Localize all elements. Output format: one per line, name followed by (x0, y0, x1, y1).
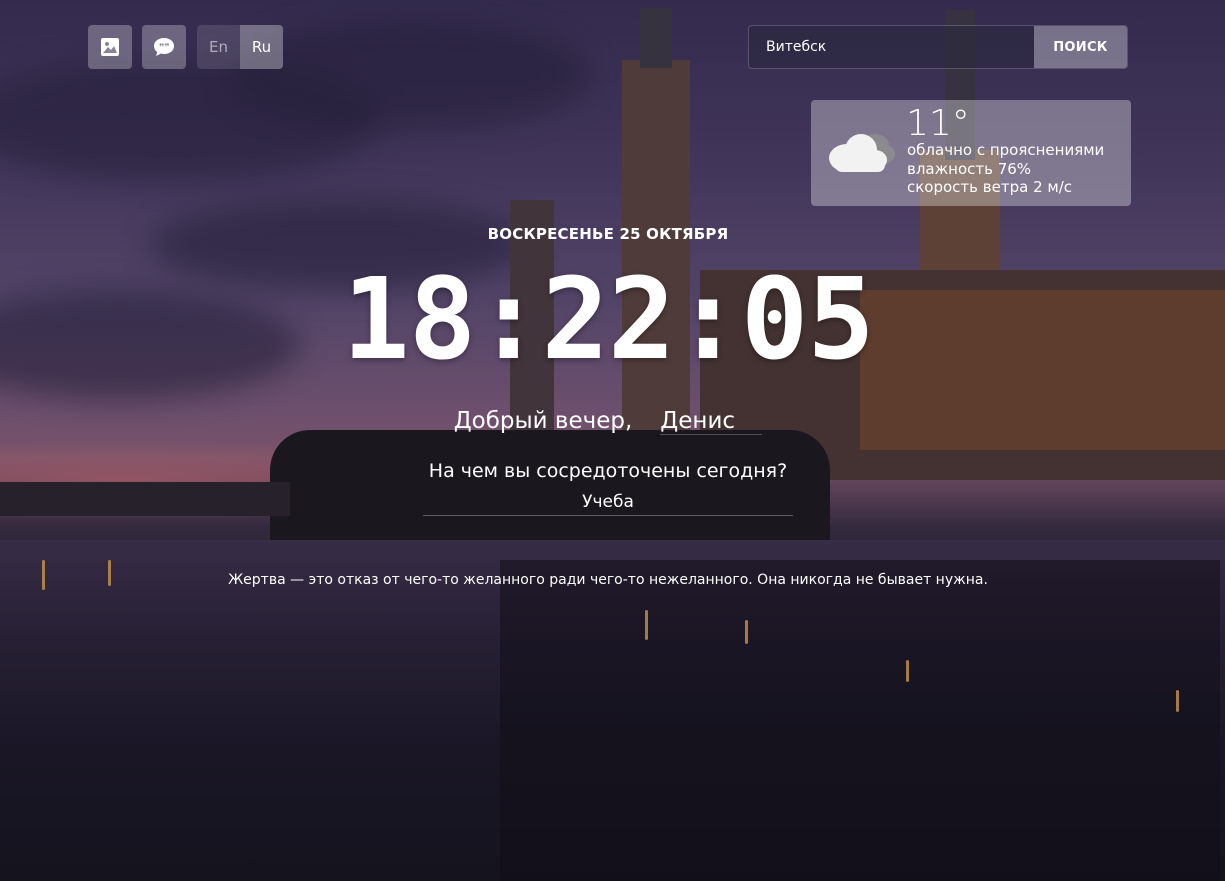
greeting: Добрый вечер, Денис (0, 408, 1216, 435)
city-search-input[interactable] (749, 26, 1034, 68)
weather-card: 11° облачно с прояснениями влажность 76%… (811, 100, 1131, 206)
quote-bubble-icon: ❞❞ (154, 38, 174, 56)
quote-text: Жертва — это отказ от чего-то желанного … (228, 572, 988, 588)
focus-question: На чем вы сосредоточены сегодня? (428, 460, 788, 482)
page-root: ❞❞ En Ru поиск 11° облачно с прояснениям… (0, 0, 1225, 881)
cloud-icon (829, 134, 895, 172)
change-quote-button[interactable]: ❞❞ (142, 25, 186, 69)
svg-text:❞❞: ❞❞ (159, 43, 170, 53)
image-icon (101, 38, 119, 56)
weather-wind: скорость ветра 2 м/с (907, 178, 1072, 196)
city-search: поиск (748, 25, 1128, 69)
name-input[interactable]: Денис (660, 408, 763, 435)
clock: 18:22:05 (342, 255, 874, 385)
search-button[interactable]: поиск (1034, 26, 1127, 68)
weather-temperature: 11° (906, 103, 970, 144)
focus-input[interactable]: Учеба (423, 492, 793, 516)
weather-humidity: влажность 76% (907, 160, 1032, 178)
current-date: воскресенье 25 октября (487, 225, 729, 243)
lang-en-button[interactable]: En (197, 25, 240, 69)
lang-ru-button[interactable]: Ru (240, 25, 283, 69)
weather-description: облачно с прояснениями (907, 141, 1105, 159)
greeting-text: Добрый вечер, (453, 408, 633, 434)
change-background-button[interactable] (88, 25, 132, 69)
language-switcher: En Ru (197, 25, 283, 69)
